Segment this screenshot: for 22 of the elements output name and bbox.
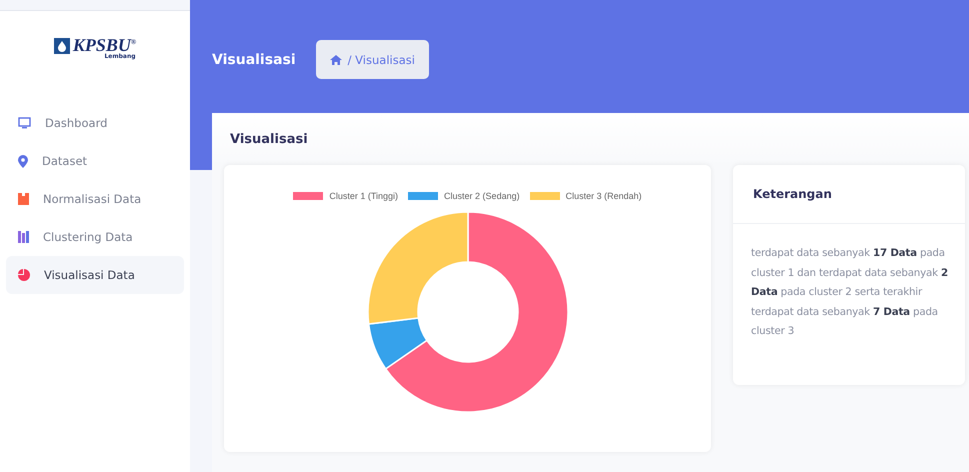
sidebar-item[interactable]: Dataset: [6, 142, 184, 180]
legend-item[interactable]: Cluster 3 (Rendah): [530, 191, 642, 201]
sidebar-item[interactable]: Dashboard: [6, 104, 184, 142]
info-text: terdapat data sebanyak 17 Data pada cluster 1 dan terdapat data sebanyak 2 Data pada cluster 2 serta terakhir terdapat data sebanyak 7 Data pada cluster 3: [751, 246, 949, 339]
info-title: Keterangan: [753, 187, 832, 201]
columns-icon: [18, 231, 29, 243]
home-icon: [330, 54, 342, 64]
monitor-icon: [18, 117, 31, 129]
sidebar-item[interactable]: Normalisasi Data: [6, 180, 184, 218]
card-title: Visualisasi: [230, 132, 308, 146]
book-icon: [18, 193, 29, 205]
logo-icon: [54, 38, 70, 54]
sidebar-item[interactable]: Clustering Data: [6, 218, 184, 256]
logo-text: KPSBU$^{®}$: [72, 35, 136, 55]
sidebar-item[interactable]: Visualisasi Data: [6, 256, 184, 294]
breadcrumb[interactable]: / Visualisasi: [316, 40, 429, 79]
legend-item[interactable]: Cluster 2 (Sedang): [408, 191, 520, 201]
pie-chart-icon: [18, 269, 30, 281]
pin-icon: [18, 154, 28, 168]
breadcrumb-text: / Visualisasi: [348, 52, 415, 66]
page-title: Visualisasi: [212, 52, 296, 68]
legend-item[interactable]: Cluster 1 (Tinggi): [293, 191, 398, 201]
